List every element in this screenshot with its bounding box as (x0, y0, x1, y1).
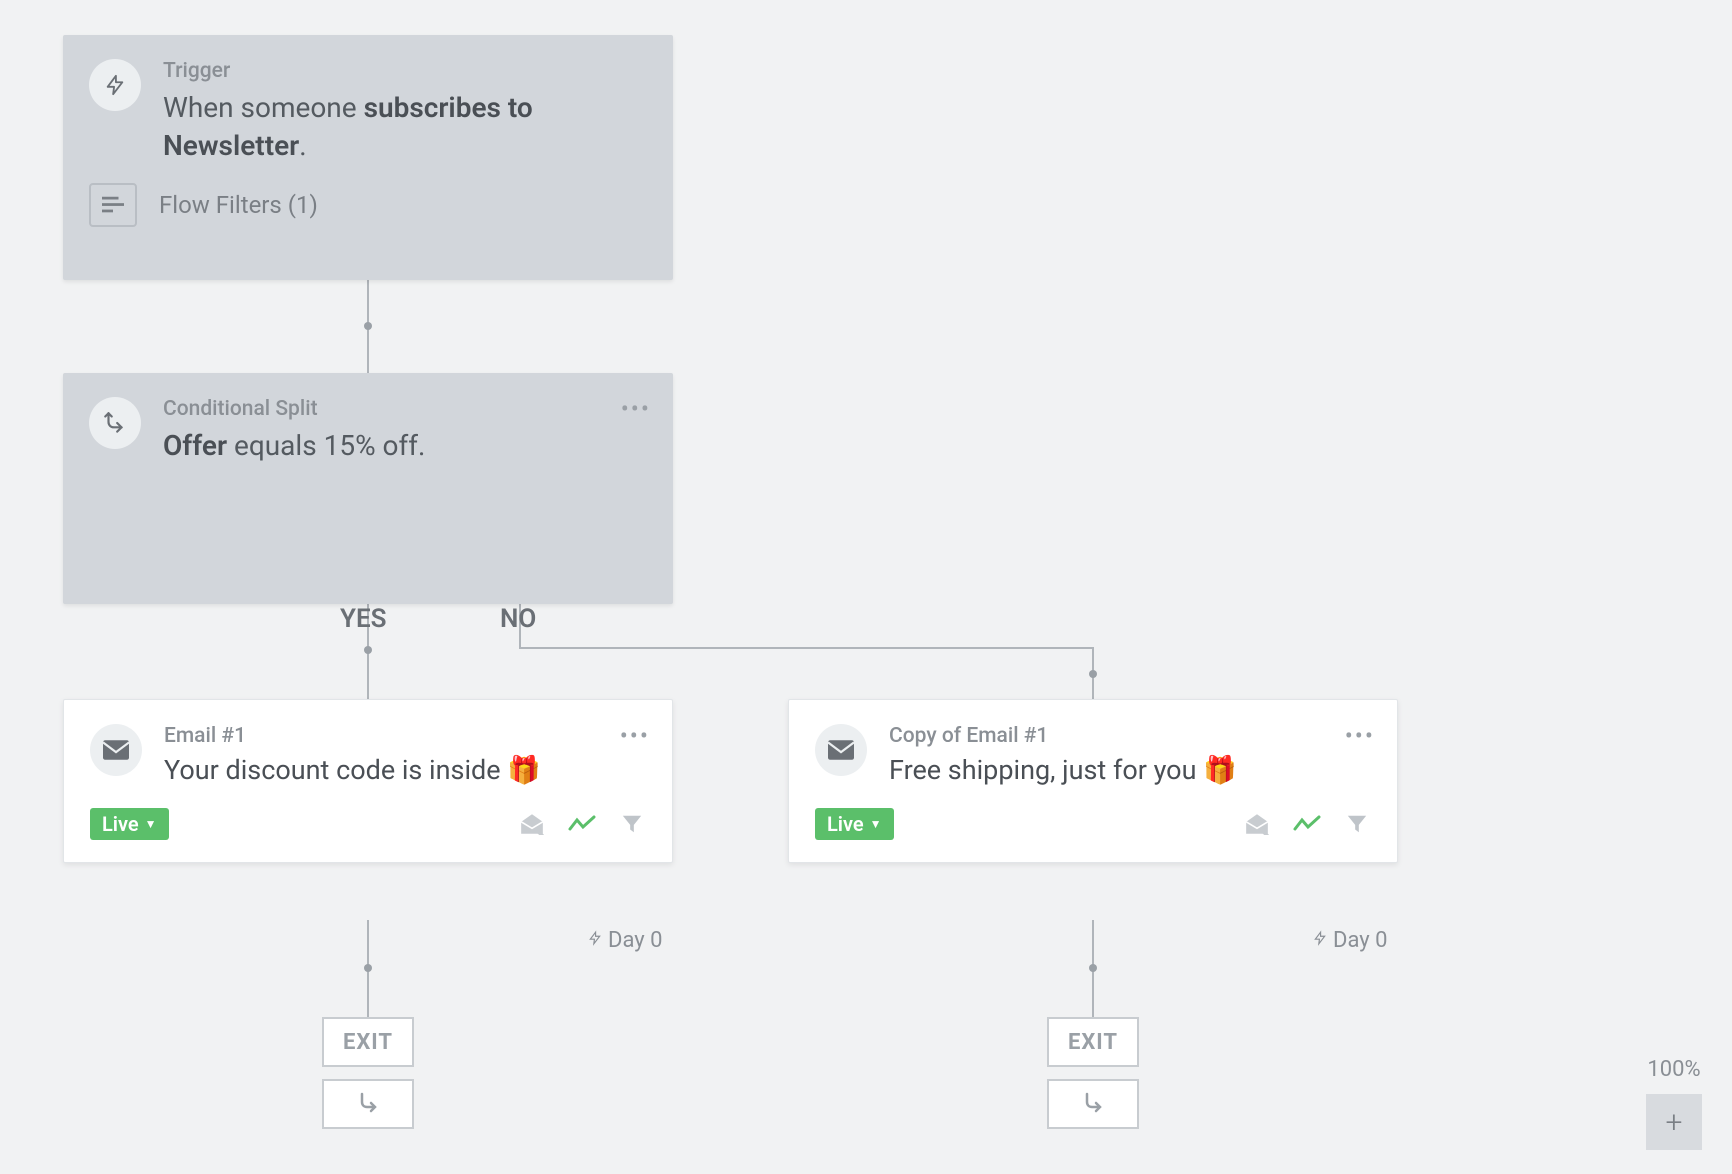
more-menu-icon[interactable]: ••• (620, 722, 650, 750)
split-label: Conditional Split (163, 397, 647, 421)
mail-open-icon[interactable] (1243, 812, 1271, 836)
bolt-icon (89, 59, 141, 111)
bolt-icon (588, 928, 602, 953)
email-1-label: Email #1 (164, 724, 646, 748)
branch-out-button[interactable] (322, 1079, 414, 1129)
email-node-1[interactable]: Email #1 Your discount code is inside 🎁 … (63, 699, 673, 863)
email-2-label: Copy of Email #1 (889, 724, 1371, 748)
email-1-subject: Your discount code is inside 🎁 (164, 754, 646, 786)
conditional-split-node[interactable]: Conditional Split Offer equals 15% off. … (63, 373, 673, 604)
more-menu-icon[interactable]: ••• (621, 395, 651, 423)
mail-open-icon[interactable] (518, 812, 546, 836)
filter-list-icon (89, 183, 137, 227)
flow-filters-row[interactable]: Flow Filters (1) (63, 183, 673, 253)
branch-yes-label: YES (340, 604, 387, 634)
branch-no-label: NO (500, 604, 536, 634)
branch-out-button[interactable] (1047, 1079, 1139, 1129)
mail-icon (815, 724, 867, 776)
caret-down-icon: ▼ (870, 817, 882, 831)
bolt-icon (1313, 928, 1327, 953)
caret-down-icon: ▼ (145, 817, 157, 831)
trigger-description: When someone subscribes to Newsletter. (163, 89, 647, 165)
zoom-controls: 100% + (1646, 1057, 1702, 1150)
split-icon (89, 397, 141, 449)
more-menu-icon[interactable]: ••• (1345, 722, 1375, 750)
day-label-2: Day 0 (1313, 928, 1387, 953)
analytics-icon[interactable] (568, 812, 596, 836)
zoom-in-button[interactable]: + (1646, 1094, 1702, 1150)
day-label-1: Day 0 (588, 928, 662, 953)
status-badge[interactable]: Live▼ (90, 808, 169, 840)
flow-canvas[interactable]: Trigger When someone subscribes to Newsl… (0, 0, 1732, 1174)
exit-button[interactable]: EXIT (322, 1017, 414, 1067)
branch-icon (1081, 1090, 1105, 1118)
split-description: Offer equals 15% off. (163, 427, 647, 465)
email-node-2[interactable]: Copy of Email #1 Free shipping, just for… (788, 699, 1398, 863)
funnel-icon[interactable] (1343, 812, 1371, 836)
zoom-level-label: 100% (1647, 1057, 1700, 1082)
status-badge[interactable]: Live▼ (815, 808, 894, 840)
funnel-icon[interactable] (618, 812, 646, 836)
branch-icon (356, 1090, 380, 1118)
flow-filters-label: Flow Filters (1) (159, 191, 318, 219)
exit-button[interactable]: EXIT (1047, 1017, 1139, 1067)
mail-icon (90, 724, 142, 776)
trigger-node[interactable]: Trigger When someone subscribes to Newsl… (63, 35, 673, 280)
analytics-icon[interactable] (1293, 812, 1321, 836)
trigger-label: Trigger (163, 59, 647, 83)
email-2-subject: Free shipping, just for you 🎁 (889, 754, 1371, 786)
